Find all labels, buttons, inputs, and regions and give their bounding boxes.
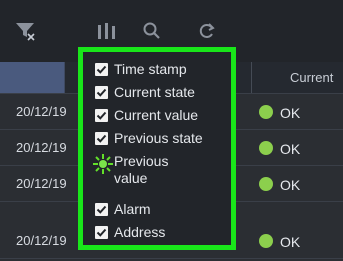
status-ok-icon [259,177,273,191]
row-date: 20/12/19 [16,104,67,119]
filter-clear-icon[interactable] [15,22,37,42]
status-text: OK [280,141,301,157]
checkbox-checked-icon[interactable] [95,203,108,216]
current-column-header[interactable]: Current [251,62,343,93]
menu-item-label: Alarm [114,201,151,217]
refresh-icon[interactable] [197,22,217,40]
checkbox-checked-icon[interactable] [95,132,108,145]
search-icon[interactable] [142,22,162,40]
row-date: 20/12/19 [16,140,67,155]
menu-item-label: Previous state [114,130,203,146]
menu-item-time-stamp[interactable]: Time stamp [95,61,227,78]
checkbox-checked-icon[interactable] [95,63,108,76]
status-text: OK [280,177,301,193]
row-date: 20/12/19 [16,176,67,191]
menu-item-label: Current state [114,84,195,100]
status-text: OK [280,105,301,121]
menu-item-label: Address [114,224,166,240]
menu-item-previous-value[interactable]: Previous value [83,153,179,187]
checkbox-hover-sparkle-icon[interactable] [92,153,114,179]
menu-item-address[interactable]: Address [95,224,227,241]
menu-item-label: Time stamp [114,61,187,77]
checkbox-checked-icon[interactable] [95,109,108,122]
menu-item-previous-state[interactable]: Previous state [95,130,227,147]
column-chooser-menu: Time stamp Current state Current value P… [78,47,236,250]
checkbox-checked-icon[interactable] [95,226,108,239]
status-text: OK [280,234,301,250]
menu-item-current-value[interactable]: Current value [95,107,227,124]
checkbox-checked-icon[interactable] [95,86,108,99]
status-ok-icon [259,105,273,119]
status-ok-icon [259,141,273,155]
menu-item-alarm[interactable]: Alarm [95,201,227,218]
menu-item-current-state[interactable]: Current state [95,84,227,101]
timestamp-column-header[interactable] [0,62,65,93]
columns-icon[interactable] [97,22,117,40]
row-date: 20/12/19 [16,233,67,248]
status-ok-icon [259,234,273,248]
menu-item-label: Current value [114,107,199,123]
